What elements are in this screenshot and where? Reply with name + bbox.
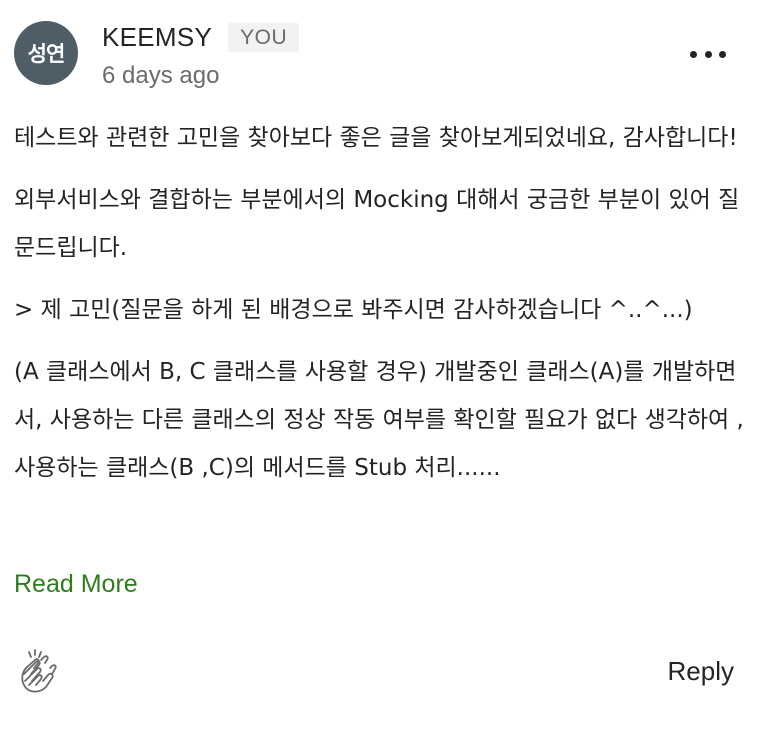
comment-footer: Reply [14, 648, 734, 698]
comment-header: 성연 KEEMSY YOU 6 days ago [14, 20, 740, 92]
avatar-initials: 성연 [27, 42, 66, 66]
comment-paragraph: 테스트와 관련한 고민을 찾아보다 좋은 글을 찾아보게되었네요, 감사합니다! [14, 125, 738, 151]
comment-paragraph: 외부서비스와 결합하는 부분에서의 Mocking 대해서 궁금한 부분이 있어… [14, 187, 740, 261]
more-options-button[interactable] [690, 44, 726, 64]
comment-paragraph: > 제 고민(질문을 하게 된 배경으로 봐주시면 감사하겠습니다 ^..^..… [14, 297, 693, 323]
read-more-link[interactable]: Read More [14, 570, 138, 599]
clap-icon [21, 649, 57, 693]
author-name[interactable]: KEEMSY [102, 22, 212, 53]
more-horizontal-icon [704, 50, 712, 58]
comment-paragraph: (A 클래스에서 B, C 클래스를 사용할 경우) 개발중인 클래스(A)를 … [14, 359, 744, 481]
you-badge: YOU [228, 22, 300, 52]
more-horizontal-icon [719, 50, 726, 58]
timestamp[interactable]: 6 days ago [102, 62, 219, 90]
comment-body: 테스트와 관련한 고민을 찾아보다 좋은 글을 찾아보게되었네요, 감사합니다!… [14, 114, 744, 506]
reply-button[interactable]: Reply [668, 656, 734, 687]
more-horizontal-icon [690, 50, 697, 58]
avatar[interactable]: 성연 [14, 21, 78, 85]
comment-card: 성연 KEEMSY YOU 6 days ago 테스트와 관련한 고민을 찾아… [0, 0, 770, 734]
clap-button[interactable] [14, 648, 62, 696]
author-line: KEEMSY YOU [102, 20, 300, 54]
